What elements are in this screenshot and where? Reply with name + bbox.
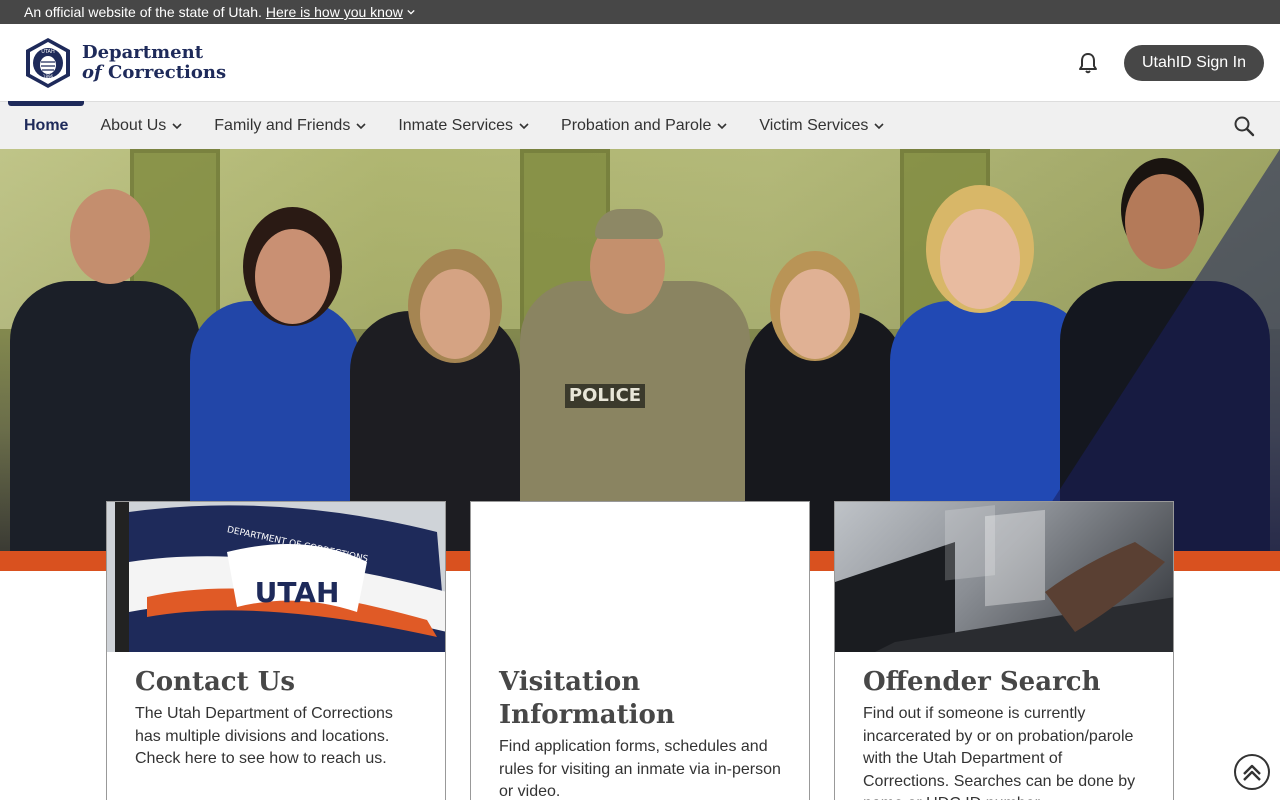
- main-nav: Home About Us Family and Friends Inmate …: [0, 101, 1280, 149]
- search-icon[interactable]: [1232, 114, 1256, 138]
- nav-item-probation-parole[interactable]: Probation and Parole: [561, 102, 727, 149]
- logo-wordmark: Department of Corrections: [82, 41, 227, 83]
- utah-seal-icon: UTAH 1896: [26, 37, 70, 88]
- card-description: Find out if someone is currently incarce…: [863, 705, 1136, 800]
- home-logo-link[interactable]: UTAH 1896 Department of Corrections: [24, 36, 226, 90]
- hero-face: [780, 269, 850, 359]
- laptop-graphic: [835, 505, 1173, 652]
- nav-item-label: Family and Friends: [214, 116, 351, 134]
- back-to-top-button[interactable]: [1234, 754, 1270, 790]
- hero-image: POLICE: [0, 149, 1280, 551]
- logo-of: of: [82, 61, 102, 83]
- flag-graphic: DEPARTMENT OF CORRECTIONS UTAH: [129, 505, 445, 652]
- how-you-know-label: Here is how you know: [265, 4, 403, 20]
- nav-item-label: Victim Services: [759, 116, 869, 134]
- seal-text-bottom: 1896: [43, 74, 54, 79]
- chevron-down-icon: [172, 122, 182, 129]
- hero-face: [420, 269, 490, 359]
- logo-corrections: Corrections: [101, 61, 227, 83]
- hero-navy-overlay: [1020, 149, 1280, 551]
- bell-icon: [1078, 52, 1097, 73]
- site-header: UTAH 1896 Department of Corrections Utah…: [0, 24, 1280, 102]
- nav-item-victim-services[interactable]: Victim Services: [759, 102, 884, 149]
- nav-item-label: About Us: [100, 116, 167, 134]
- card-title[interactable]: Contact Us: [107, 666, 445, 699]
- chevron-down-icon: [519, 122, 529, 129]
- header-actions: UtahID Sign In: [1076, 44, 1264, 81]
- how-you-know-link[interactable]: Here is how you know: [266, 4, 415, 20]
- nav-item-family-friends[interactable]: Family and Friends: [214, 102, 366, 149]
- arrow-up-icon: [1243, 764, 1261, 781]
- chevron-down-icon: [356, 122, 366, 129]
- card-title[interactable]: Offender Search: [835, 666, 1173, 699]
- official-banner: An official website of the state of Utah…: [0, 0, 1280, 24]
- seal-text-top: UTAH: [41, 49, 55, 55]
- utahid-signin-button[interactable]: UtahID Sign In: [1123, 44, 1264, 81]
- hero-cap: [595, 209, 663, 239]
- nav-item-home[interactable]: Home: [7, 101, 86, 149]
- card-description: The Utah Department of Corrections has m…: [135, 705, 393, 767]
- card-visitation[interactable]: Visitation Information Find application …: [470, 501, 810, 800]
- notifications-button[interactable]: [1076, 51, 1100, 75]
- card-description: Find application forms, schedules and ru…: [499, 738, 781, 800]
- nav-item-label: Home: [24, 116, 69, 134]
- flag-main-text: UTAH: [255, 576, 340, 609]
- police-patch: POLICE: [565, 384, 645, 408]
- hero-face: [255, 229, 330, 324]
- logo-line1: Department: [82, 41, 204, 63]
- chevron-down-icon: [717, 122, 727, 129]
- logo-line2: of Corrections: [82, 61, 227, 83]
- card-contact-us[interactable]: DEPARTMENT OF CORRECTIONS UTAH Contact U…: [106, 501, 446, 800]
- chevron-down-icon: [407, 9, 415, 15]
- utah-flag-image: DEPARTMENT OF CORRECTIONS UTAH: [107, 502, 445, 652]
- hero-face: [940, 209, 1020, 309]
- nav-item-label: Inmate Services: [398, 116, 514, 134]
- visitation-image-placeholder: [471, 502, 809, 652]
- chevron-down-icon: [874, 122, 884, 129]
- laptop-typing-image: [835, 502, 1173, 652]
- nav-item-about-us[interactable]: About Us: [100, 102, 182, 149]
- hero-face: [70, 189, 150, 284]
- card-offender-search[interactable]: Offender Search Find out if someone is c…: [834, 501, 1174, 800]
- nav-item-label: Probation and Parole: [561, 116, 712, 134]
- nav-item-inmate-services[interactable]: Inmate Services: [398, 102, 529, 149]
- card-title[interactable]: Visitation Information: [471, 666, 809, 732]
- official-banner-text: An official website of the state of Utah…: [24, 4, 262, 20]
